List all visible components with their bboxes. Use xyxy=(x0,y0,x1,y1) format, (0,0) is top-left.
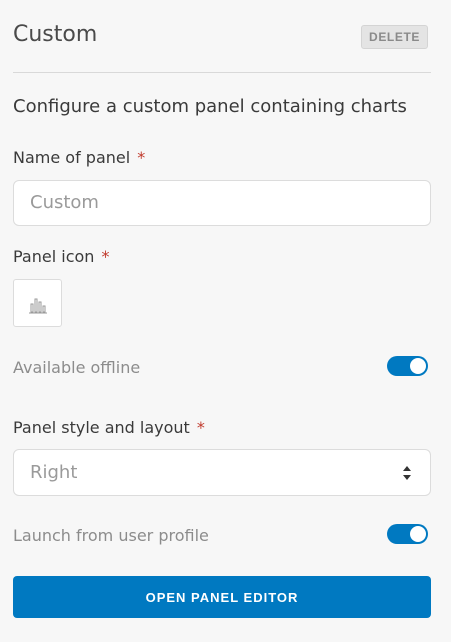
bar-chart-icon xyxy=(29,298,47,314)
offline-toggle[interactable] xyxy=(387,356,428,376)
panel-title: Custom xyxy=(13,22,98,47)
name-field-label: Name of panel * xyxy=(13,147,145,169)
style-field-label: Panel style and layout * xyxy=(13,417,205,439)
delete-button[interactable]: DELETE xyxy=(361,25,428,49)
panel-header: Custom DELETE xyxy=(13,20,430,54)
header-divider xyxy=(13,72,431,73)
select-arrows-icon xyxy=(403,466,411,480)
required-marker: * xyxy=(137,148,146,167)
name-field-label-text: Name of panel xyxy=(13,148,131,167)
panel-description: Configure a custom panel containing char… xyxy=(13,96,407,117)
icon-field-label: Panel icon * xyxy=(13,246,110,268)
profile-toggle[interactable] xyxy=(387,524,428,544)
toggle-knob xyxy=(410,358,426,374)
panel-name-input[interactable]: Custom xyxy=(13,180,431,226)
panel-icon-picker[interactable] xyxy=(13,279,62,327)
required-marker: * xyxy=(101,247,110,266)
custom-panel-settings: Custom DELETE Configure a custom panel c… xyxy=(0,0,451,642)
panel-style-select[interactable]: Right xyxy=(13,449,431,496)
icon-field-label-text: Panel icon xyxy=(13,247,95,266)
open-panel-editor-button[interactable]: OPEN PANEL EDITOR xyxy=(13,576,431,618)
style-field-label-text: Panel style and layout xyxy=(13,418,190,437)
toggle-knob xyxy=(410,526,426,542)
required-marker: * xyxy=(196,418,205,437)
panel-style-selected-value: Right xyxy=(30,462,78,483)
profile-toggle-label: Launch from user profile xyxy=(13,526,209,545)
offline-toggle-label: Available offline xyxy=(13,358,141,377)
